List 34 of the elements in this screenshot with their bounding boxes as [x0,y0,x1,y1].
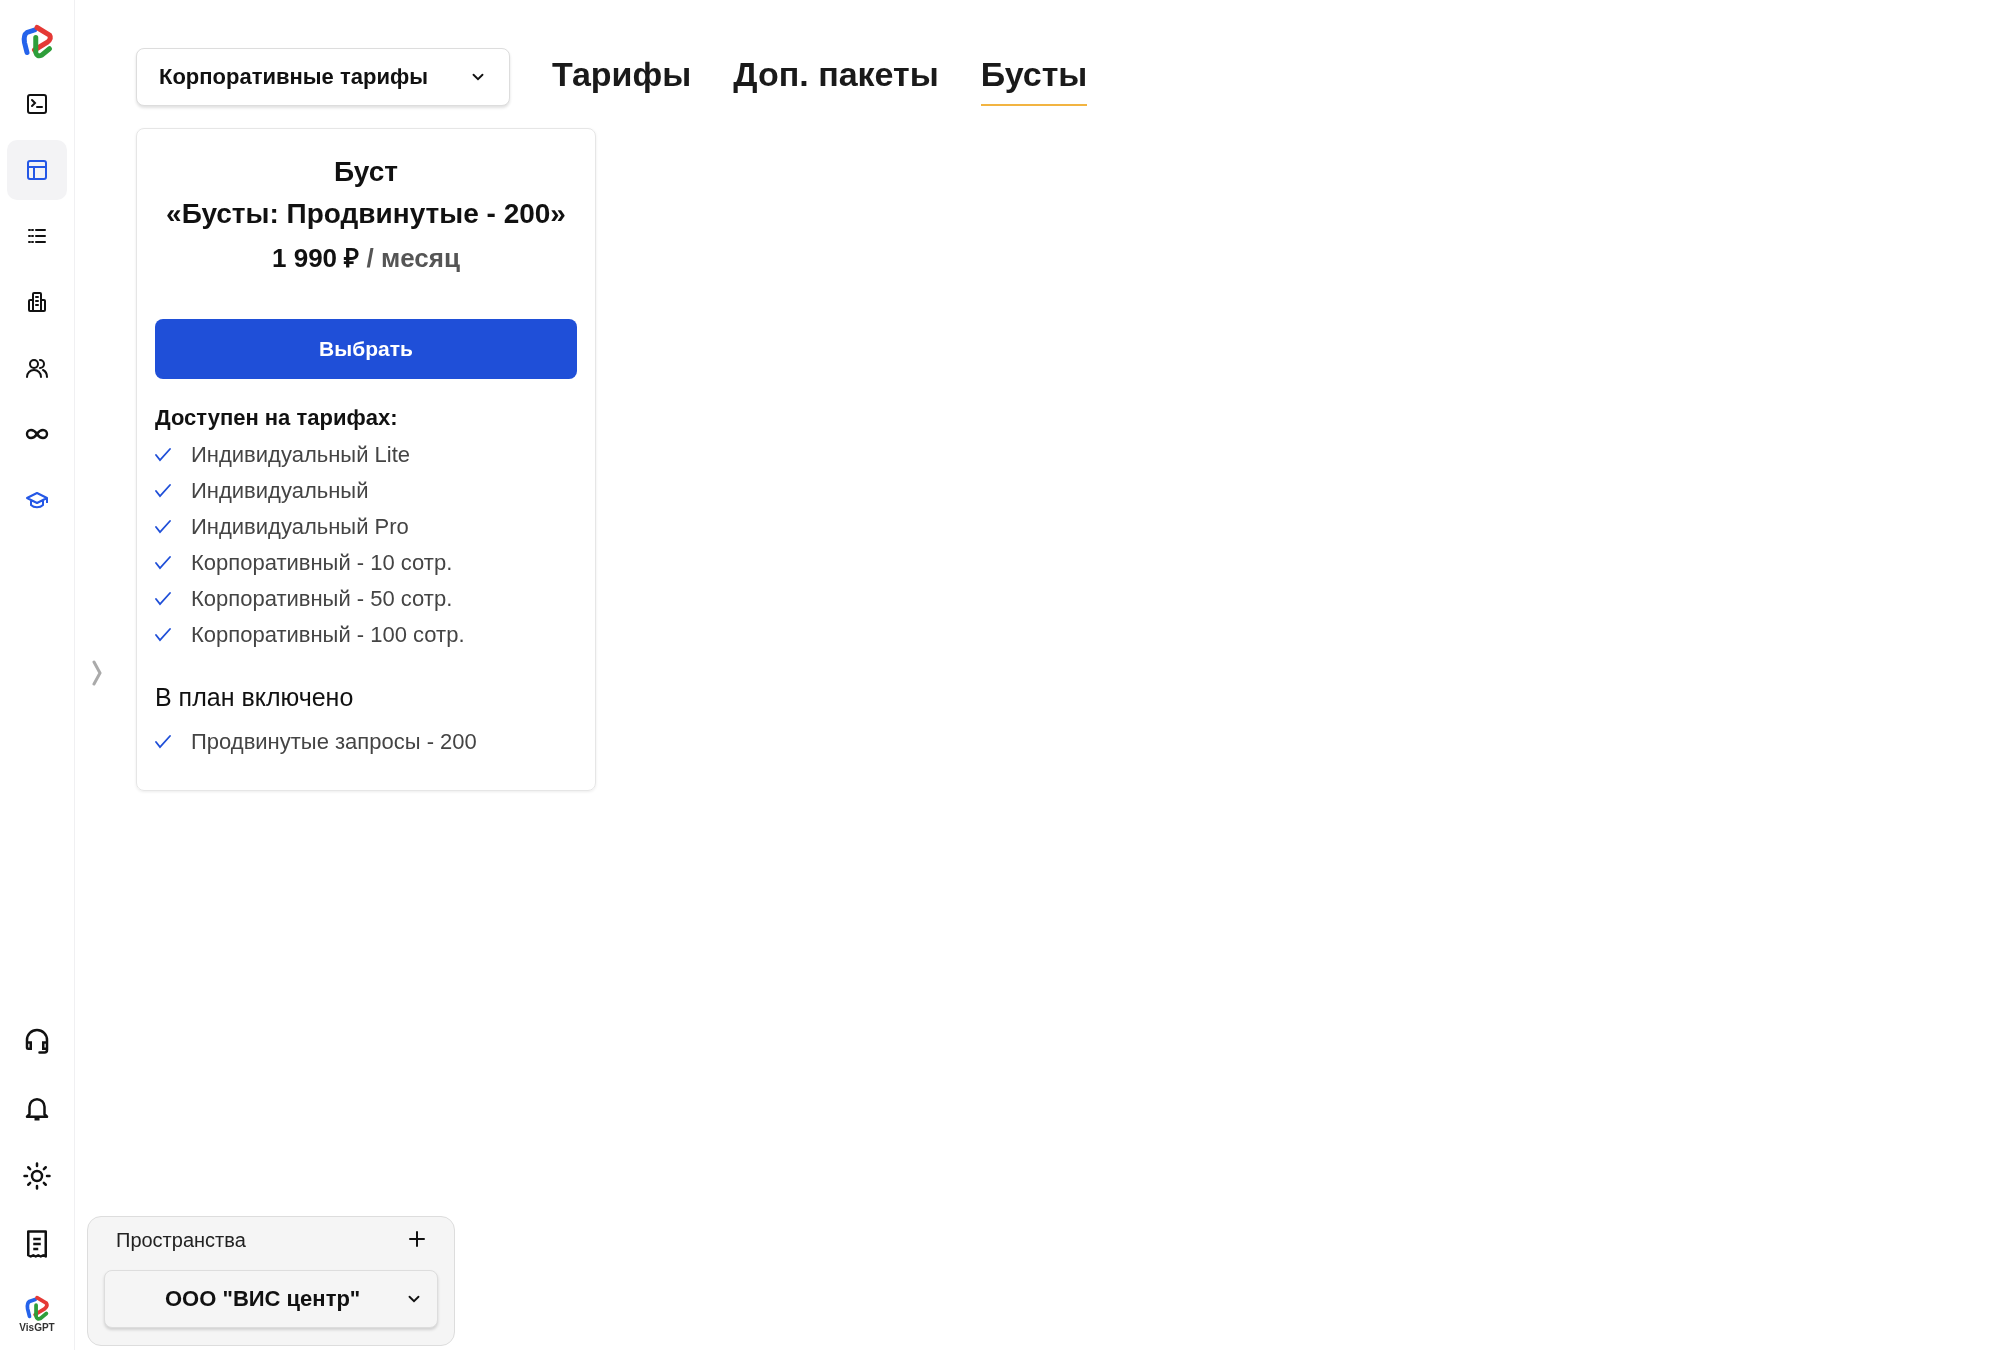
section-heading: В план включено [155,683,355,712]
plan-item: Корпоративный - 10 сотр. [191,550,453,576]
terminal-icon [25,92,49,116]
workspace-dropdown[interactable]: ООО "ВИС центр" [104,1270,438,1328]
select-button[interactable]: Выбрать [155,319,577,379]
avatar-label: VisGPT [19,1322,55,1333]
check-icon [155,448,171,462]
plan-item: Индивидуальный [191,478,369,504]
section-heading: Доступен на тарифах: [155,405,399,431]
check-icon [155,592,171,606]
check-icon [155,484,171,498]
building-icon [25,290,49,314]
expand-handle-icon[interactable] [92,660,102,686]
plan-item: Корпоративный - 100 сотр. [191,622,465,648]
plan-item: Корпоративный - 50 сотр. [191,586,453,612]
card-subtitle: «Бусты: Продвинутые - 200» [165,197,567,231]
feature-item: Продвинутые запросы - 200 [191,729,477,755]
check-icon [155,520,171,534]
check-icon [155,628,171,642]
price: 1 990 ₽ / месяц [271,242,461,275]
panel-title: Пространства [116,1229,246,1252]
card-title: Буст [333,155,399,189]
tab[interactable]: Бусты [980,48,1088,106]
plan-item: Индивидуальный Pro [191,514,409,540]
check-icon [155,735,171,749]
plus-icon [408,1230,426,1248]
plan-dropdown[interactable]: Корпоративные тарифы [136,48,510,106]
sun-icon [22,1161,52,1191]
tab[interactable]: Тарифы [552,48,692,106]
plan-item: Индивидуальный Lite [191,442,411,468]
table-icon [25,158,49,182]
tab[interactable]: Доп. пакеты [733,48,939,106]
check-icon [155,556,171,570]
users-icon [25,356,49,380]
